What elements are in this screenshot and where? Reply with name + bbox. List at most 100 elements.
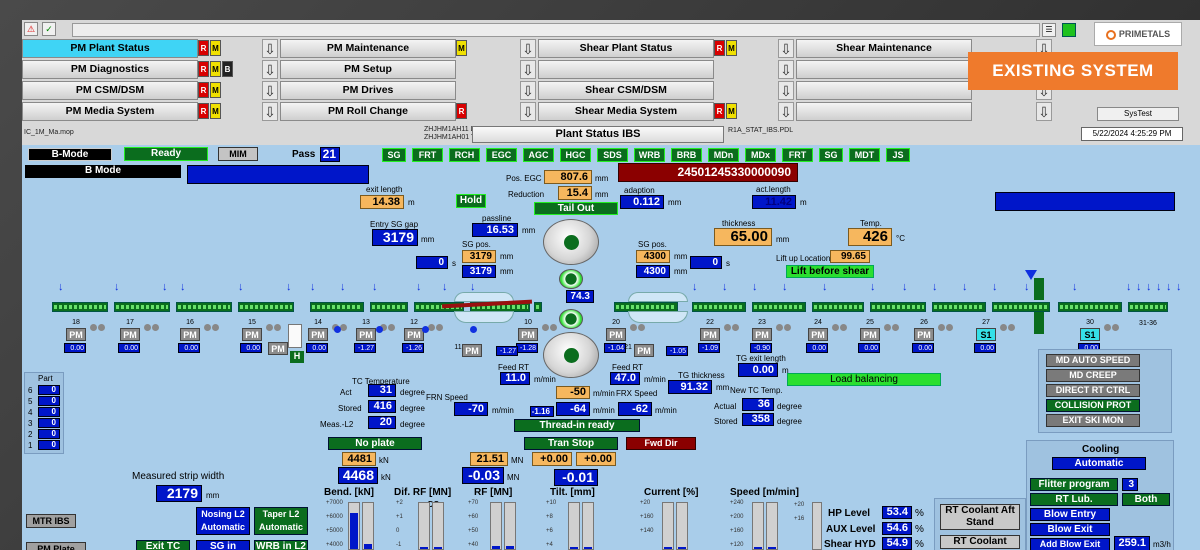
- stand-13-value: -1.27: [354, 343, 376, 353]
- cooling-mode[interactable]: Automatic: [1052, 457, 1146, 470]
- nav-down-arrow-icon[interactable]: ⇩: [778, 60, 794, 79]
- gauge-tick: +70: [468, 500, 479, 506]
- nav-button-3-1[interactable]: PM Roll Change: [280, 102, 456, 121]
- md-button-3[interactable]: COLLISION PROT: [1046, 399, 1140, 412]
- gauge-tick: +4: [546, 542, 553, 548]
- both-button[interactable]: Both: [1122, 493, 1170, 506]
- md-button-0[interactable]: MD AUTO SPEED: [1046, 354, 1140, 367]
- nav-button-1-3[interactable]: [796, 60, 972, 79]
- stand-27-pm[interactable]: S1: [976, 328, 996, 341]
- stand-13-pm[interactable]: PM: [356, 328, 376, 341]
- nav-down-arrow-icon[interactable]: ⇩: [520, 60, 536, 79]
- check-icon[interactable]: ✓: [42, 22, 56, 36]
- roll-down-arrow-icon: ↓: [340, 281, 346, 293]
- stand-15-pm-extra[interactable]: PM: [268, 342, 288, 355]
- nav-button-3-0[interactable]: PM Media System: [22, 102, 198, 121]
- b-mode-button[interactable]: B-Mode: [28, 148, 112, 161]
- md-button-4[interactable]: EXIT SKI MON: [1046, 414, 1140, 427]
- nav-button-0-2[interactable]: Shear Plant Status: [538, 39, 714, 58]
- status-tag-agc: AGC: [523, 148, 554, 162]
- stand-11-pm[interactable]: PM: [462, 344, 482, 357]
- sg-pos-right-label: SG pos.: [638, 240, 667, 249]
- plate-id: 24501245330000090: [618, 163, 798, 182]
- nav-down-arrow-icon[interactable]: ⇩: [262, 60, 278, 79]
- nav-down-arrow-icon[interactable]: ⇩: [262, 39, 278, 58]
- md-button-2[interactable]: DIRECT RT CTRL: [1046, 384, 1140, 397]
- time-left-unit: s: [452, 259, 456, 268]
- systest-button[interactable]: SysTest: [1097, 107, 1179, 121]
- stand-25-pm[interactable]: PM: [860, 328, 880, 341]
- nav-down-arrow-icon[interactable]: ⇩: [262, 81, 278, 100]
- stand-24-pm[interactable]: PM: [808, 328, 828, 341]
- stand-22-pm[interactable]: PM: [700, 328, 720, 341]
- nav-down-arrow-icon[interactable]: ⇩: [778, 102, 794, 121]
- flitter-program-button[interactable]: Flitter program: [1030, 478, 1118, 491]
- nav-down-arrow-icon[interactable]: ⇩: [262, 102, 278, 121]
- stand-10-pm[interactable]: PM: [518, 328, 538, 341]
- nav-button-0-1[interactable]: PM Maintenance: [280, 39, 456, 58]
- stand-26-pm[interactable]: PM: [914, 328, 934, 341]
- stand-17-pm[interactable]: PM: [120, 328, 140, 341]
- nav-button-1-2[interactable]: [538, 60, 714, 79]
- hold-indicator: Hold: [456, 194, 486, 208]
- nav-button-1-0[interactable]: PM Diagnostics: [22, 60, 198, 79]
- stand-23-pm[interactable]: PM: [752, 328, 772, 341]
- time-right-value: 0: [690, 256, 722, 269]
- lower-right-guide: [628, 311, 688, 323]
- roller-segment: [1128, 302, 1168, 312]
- nav-down-arrow-icon[interactable]: ⇩: [778, 39, 794, 58]
- gauge-tick: +20: [794, 502, 805, 508]
- nav-button-2-1[interactable]: PM Drives: [280, 81, 456, 100]
- list-icon[interactable]: ☰: [1042, 23, 1056, 37]
- rt-coolant-aft-button[interactable]: RT Coolant Aft Stand: [940, 504, 1020, 530]
- nav-button-1-1[interactable]: PM Setup: [280, 60, 456, 79]
- nav-button-0-0[interactable]: PM Plant Status: [22, 39, 198, 58]
- mim-button[interactable]: MIM: [218, 147, 258, 161]
- stand-20-pm[interactable]: PM: [606, 328, 626, 341]
- stand-16-number: 16: [186, 319, 194, 326]
- nav-flag-0-0-1: M: [210, 40, 221, 56]
- b-mode-text: B Mode: [25, 165, 181, 178]
- nav-button-0-3[interactable]: Shear Maintenance: [796, 39, 972, 58]
- exit-tc-button[interactable]: Exit TC: [136, 540, 190, 550]
- nav-down-arrow-icon[interactable]: ⇩: [520, 81, 536, 100]
- nav-button-2-3[interactable]: [796, 81, 972, 100]
- nav-button-2-0[interactable]: PM CSM/DSM: [22, 81, 198, 100]
- nav-down-arrow-icon[interactable]: ⇩: [520, 102, 536, 121]
- roller-segment: [992, 302, 1050, 312]
- stand-30-pm[interactable]: S1: [1080, 328, 1100, 341]
- stand-16-pm[interactable]: PM: [180, 328, 200, 341]
- stand-21-pm[interactable]: PM: [634, 344, 654, 357]
- nav-button-3-3[interactable]: [796, 102, 972, 121]
- taper-l2-button[interactable]: Taper L2 Automatic: [254, 507, 308, 535]
- roller-segment: [52, 302, 108, 312]
- stands-31-36: 31-36: [1139, 320, 1157, 327]
- stand-12-pm[interactable]: PM: [404, 328, 424, 341]
- nosing-l2-button[interactable]: Nosing L2 Automatic: [196, 507, 250, 535]
- rt-lub-button[interactable]: RT Lub.: [1030, 493, 1118, 506]
- blow-entry-button[interactable]: Blow Entry: [1030, 508, 1110, 521]
- force-2-unit: kN: [381, 473, 391, 482]
- frn-speed-value: -70: [454, 402, 488, 416]
- gauge-tick: +5000: [326, 528, 343, 534]
- add-blow-exit-button[interactable]: Add Blow Exit: [1030, 538, 1110, 550]
- stand-18-pm[interactable]: PM: [66, 328, 86, 341]
- stand-15-pm[interactable]: PM: [242, 328, 262, 341]
- nav-button-2-2[interactable]: Shear CSM/DSM: [538, 81, 714, 100]
- wrb-in-l2-button[interactable]: WRB in L2: [254, 540, 308, 550]
- warning-icon[interactable]: ⚠: [24, 22, 38, 36]
- mtr-ibs-button[interactable]: MTR IBS: [26, 514, 76, 528]
- nav-button-3-2[interactable]: Shear Media System: [538, 102, 714, 121]
- stand-14-pm[interactable]: PM: [308, 328, 328, 341]
- nav-down-arrow-icon[interactable]: ⇩: [1036, 102, 1052, 121]
- part-row-number: 6: [28, 386, 33, 395]
- nav-down-arrow-icon[interactable]: ⇩: [778, 81, 794, 100]
- pm-plate-button[interactable]: PM Plate: [26, 542, 86, 550]
- nav-flag-1-0-1: M: [210, 61, 221, 77]
- sg-pos-left-1: 3179: [462, 250, 496, 263]
- nav-down-arrow-icon[interactable]: ⇩: [520, 39, 536, 58]
- blow-exit-button[interactable]: Blow Exit: [1030, 523, 1110, 536]
- md-button-1[interactable]: MD CREEP: [1046, 369, 1140, 382]
- sg-in-button[interactable]: SG in: [196, 540, 250, 550]
- rt-coolant-button[interactable]: RT Coolant: [940, 535, 1020, 549]
